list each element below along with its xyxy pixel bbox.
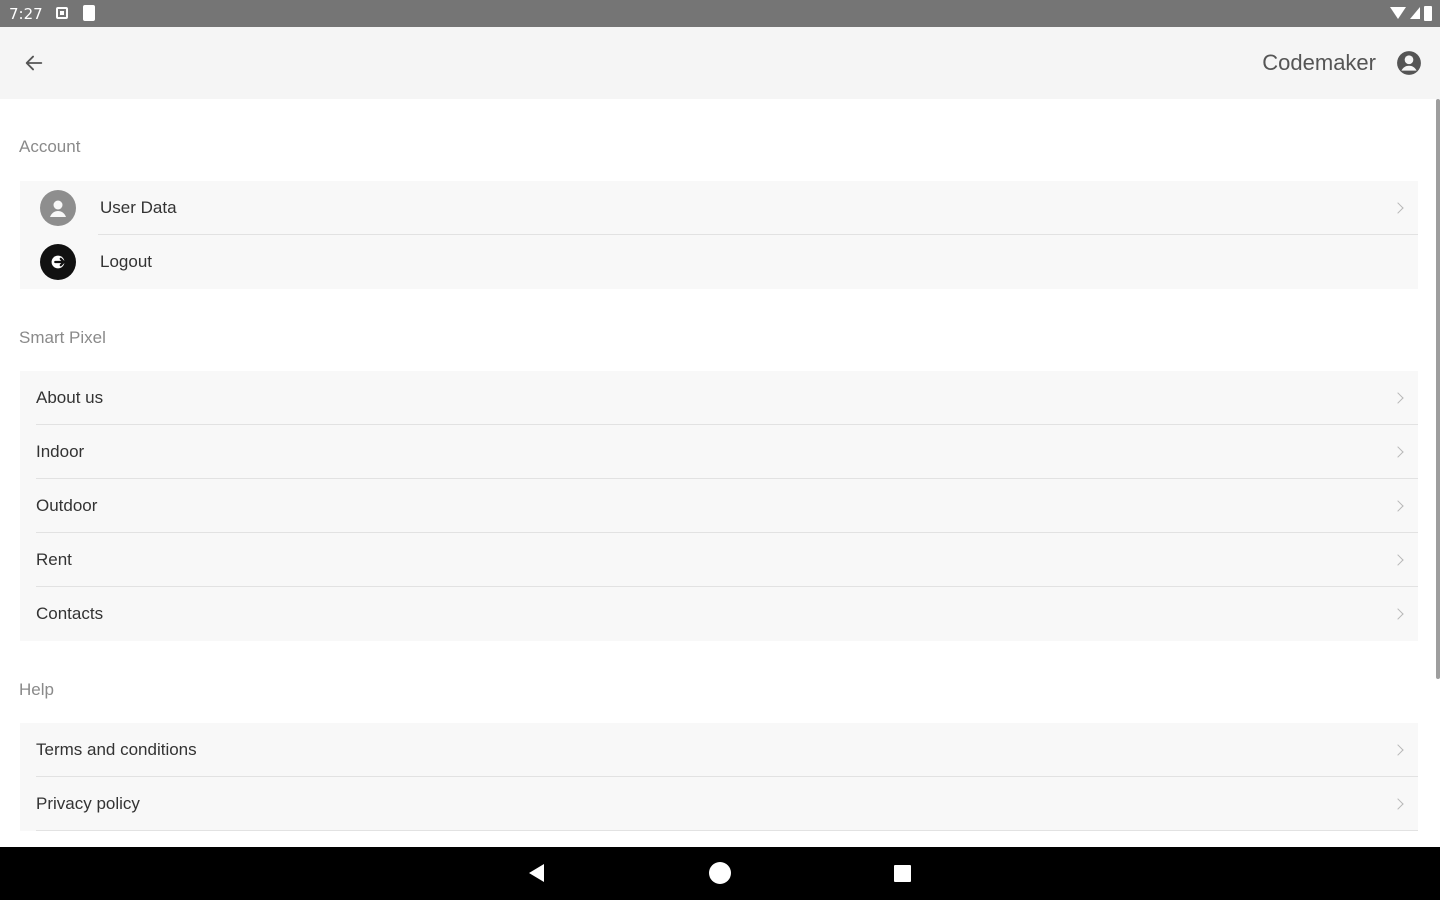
status-indicators <box>1390 5 1432 21</box>
section-title-smart-pixel: Smart Pixel <box>19 328 106 347</box>
wifi-icon <box>1390 7 1406 19</box>
status-bar: 7:27 <box>0 0 1440 27</box>
app-bar: Codemaker <box>0 27 1440 99</box>
smart-pixel-card: About us Indoor Outdoor Rent Contacts <box>20 371 1418 641</box>
account-card: User Data Logout <box>20 181 1418 289</box>
user-name: Codemaker <box>1262 50 1376 75</box>
nav-back-icon[interactable] <box>529 864 544 882</box>
list-item-logout[interactable]: Logout <box>20 235 1418 289</box>
chevron-right-icon <box>1392 744 1404 756</box>
chevron-right-icon <box>1392 608 1404 620</box>
chevron-right-icon <box>1392 202 1404 214</box>
list-item-label: Logout <box>100 252 152 271</box>
list-item-label: Rent <box>36 550 72 569</box>
list-item-privacy-policy[interactable]: Privacy policy <box>20 777 1418 831</box>
nav-home-icon[interactable] <box>709 862 731 884</box>
navigation-bar <box>0 847 1440 900</box>
list-item-about-us[interactable]: About us <box>20 371 1418 425</box>
section-title-help: Help <box>19 680 54 699</box>
settings-list[interactable]: Account User Data Logout Smart Pixel Abo… <box>0 99 1440 847</box>
list-item-label: Terms and conditions <box>36 740 197 759</box>
person-icon <box>40 190 76 226</box>
signal-icon <box>1410 7 1420 19</box>
logout-icon <box>40 244 76 280</box>
arrow-left-icon <box>25 55 43 71</box>
status-time: 7:27 <box>9 5 43 23</box>
list-item-label: User Data <box>100 198 177 217</box>
list-item-label: About us <box>36 388 104 407</box>
list-item-label: Outdoor <box>36 496 98 515</box>
list-item-rent[interactable]: Rent <box>20 533 1418 587</box>
list-item-label: Indoor <box>36 442 85 461</box>
list-item-label: Contacts <box>36 604 104 623</box>
chevron-right-icon <box>1392 392 1404 404</box>
list-item-terms[interactable]: Terms and conditions <box>20 723 1418 777</box>
account-circle-icon <box>1397 51 1421 75</box>
list-item-user-data[interactable]: User Data <box>20 181 1418 235</box>
section-title-account: Account <box>19 137 81 156</box>
notification-icon <box>56 7 68 19</box>
sd-card-icon <box>83 5 95 21</box>
nav-recents-icon[interactable] <box>894 865 911 882</box>
chevron-right-icon <box>1392 500 1404 512</box>
chevron-right-icon <box>1392 798 1404 810</box>
battery-icon <box>1424 5 1432 21</box>
list-item-indoor[interactable]: Indoor <box>20 425 1418 479</box>
list-item-outdoor[interactable]: Outdoor <box>20 479 1418 533</box>
chevron-right-icon <box>1392 446 1404 458</box>
chevron-right-icon <box>1392 554 1404 566</box>
divider <box>36 830 1418 831</box>
account-button[interactable]: Codemaker <box>1262 47 1422 79</box>
list-item-contacts[interactable]: Contacts <box>20 587 1418 641</box>
list-item-label: Privacy policy <box>36 794 140 813</box>
help-card: Terms and conditions Privacy policy <box>20 723 1418 831</box>
back-button[interactable] <box>18 47 50 79</box>
scrollbar[interactable] <box>1436 99 1440 679</box>
